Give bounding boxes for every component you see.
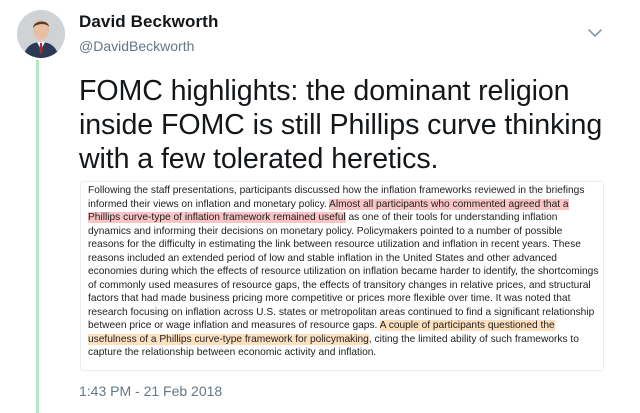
author-handle[interactable]: @DavidBeckworth xyxy=(79,38,194,54)
avatar-photo-icon xyxy=(17,10,65,58)
quote-segment: as one of their tools for understanding … xyxy=(88,212,599,331)
thread-connector-line xyxy=(36,60,39,413)
avatar[interactable] xyxy=(17,10,65,58)
tweet-text: FOMC highlights: the dominant religion i… xyxy=(79,75,603,175)
tweet-timestamp[interactable]: 1:43 PM - 21 Feb 2018 xyxy=(79,383,222,399)
quoted-document-text: Following the staff presentations, parti… xyxy=(88,184,600,360)
tweet-menu-button[interactable] xyxy=(586,24,604,42)
chevron-down-icon xyxy=(588,29,602,37)
author-name[interactable]: David Beckworth xyxy=(79,12,218,32)
